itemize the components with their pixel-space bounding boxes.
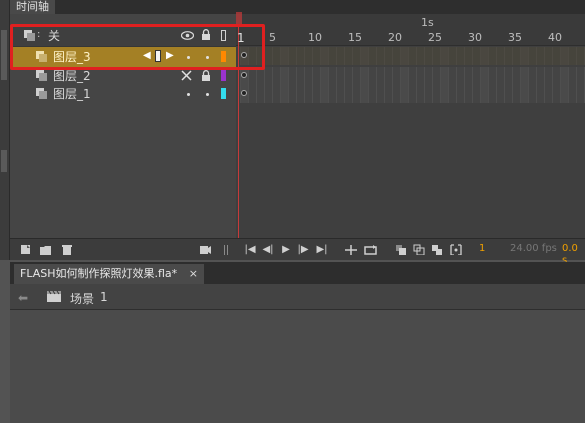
ruler-frame-label: 35 xyxy=(508,31,522,44)
step-forward-icon[interactable]: |▶ xyxy=(297,244,309,255)
center-frame-icon[interactable] xyxy=(344,244,358,255)
separator-icon xyxy=(224,245,228,255)
ruler-frame-label: 5 xyxy=(269,31,276,44)
onion-skin-icon[interactable] xyxy=(395,244,407,255)
left-handle[interactable] xyxy=(1,30,7,80)
frame-ruler[interactable]: 1s 5 10 15 20 25 30 35 40 xyxy=(236,14,585,46)
playhead-handle[interactable] xyxy=(236,12,242,24)
timeline-frames[interactable]: 1s 5 10 15 20 25 30 35 40 xyxy=(236,14,585,238)
frame-row-selected[interactable] xyxy=(240,47,585,65)
close-tab-icon[interactable]: × xyxy=(189,264,198,284)
new-folder-icon[interactable] xyxy=(39,244,52,255)
ruler-second-label: 1s xyxy=(421,16,434,29)
left-handle[interactable] xyxy=(1,150,7,172)
onion-markers-icon[interactable] xyxy=(449,244,463,255)
layer-icon xyxy=(36,88,47,99)
scene-number[interactable]: 1 xyxy=(100,290,108,304)
ruler-frame-label: 25 xyxy=(428,31,442,44)
visibility-dot-icon[interactable] xyxy=(187,93,190,96)
go-to-first-icon[interactable]: |◀ xyxy=(244,244,256,255)
scene-label[interactable]: 场景 xyxy=(70,290,94,307)
loop-icon[interactable] xyxy=(364,244,378,255)
play-icon[interactable]: ▶ xyxy=(281,244,291,255)
document-tab[interactable]: FLASH如何制作探照灯效果.fla* × xyxy=(14,264,204,284)
frame-cells[interactable] xyxy=(240,67,585,85)
layer-color-box[interactable] xyxy=(221,88,226,99)
trash-icon[interactable] xyxy=(61,244,73,255)
frame-cells[interactable] xyxy=(240,47,585,65)
step-back-icon[interactable]: ◀| xyxy=(262,244,274,255)
left-edge-strip xyxy=(0,0,10,260)
hidden-x-icon[interactable] xyxy=(181,70,192,81)
layer-row[interactable]: 图层_1 xyxy=(10,85,236,103)
new-layer-icon[interactable] xyxy=(20,244,32,255)
current-frame-readout[interactable]: 1 xyxy=(479,243,485,255)
camera-icon[interactable] xyxy=(199,244,212,255)
timeline-panel-tab[interactable]: 时间轴 xyxy=(10,0,55,14)
stage-area[interactable] xyxy=(10,310,585,423)
layer-name: 图层_1 xyxy=(53,87,91,101)
panel-tab-bar xyxy=(10,0,585,14)
lock-dot-icon[interactable] xyxy=(206,93,209,96)
scene-clapper-icon xyxy=(47,290,61,302)
layer-color-box[interactable] xyxy=(221,70,226,81)
edit-multiple-icon[interactable] xyxy=(431,244,443,255)
frame-row[interactable] xyxy=(240,85,585,103)
ruler-frame-label: 40 xyxy=(548,31,562,44)
back-arrow-icon[interactable]: ⬅ xyxy=(18,291,28,305)
timeline-toolbar: |◀ ◀| ▶ |▶ ▶| 1 24.00 fps 0.0 s xyxy=(10,238,585,266)
go-to-last-icon[interactable]: ▶| xyxy=(316,244,328,255)
frame-row[interactable] xyxy=(240,67,585,85)
onion-outline-icon[interactable] xyxy=(413,244,425,255)
fps-readout[interactable]: 24.00 fps xyxy=(510,243,557,255)
ruler-frame-label: 15 xyxy=(348,31,362,44)
ruler-frame-label: 20 xyxy=(388,31,402,44)
ruler-frame-label: 10 xyxy=(308,31,322,44)
lock-icon[interactable] xyxy=(201,70,211,82)
layer-icon xyxy=(36,70,47,81)
highlight-annotation xyxy=(10,24,265,70)
document-tab-label: FLASH如何制作探照灯效果.fla* xyxy=(20,267,178,280)
layer-name: 图层_2 xyxy=(53,69,91,83)
ruler-frame-label: 30 xyxy=(468,31,482,44)
breadcrumb: ⬅ 场景 1 xyxy=(10,284,585,310)
frame-cells[interactable] xyxy=(240,85,585,103)
